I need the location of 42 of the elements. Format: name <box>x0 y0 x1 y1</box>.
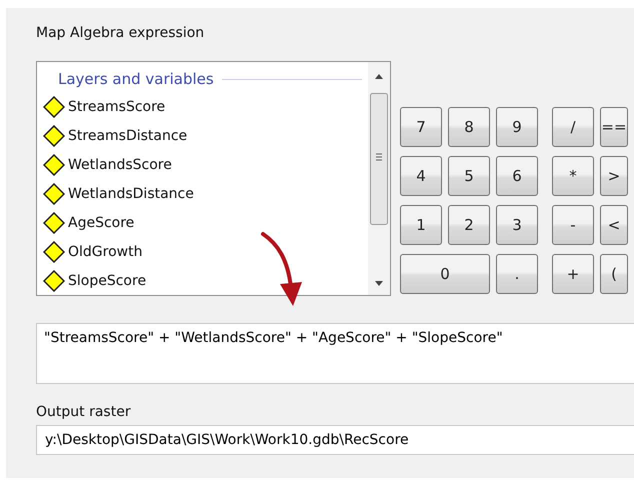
keypad-button[interactable]: 3 <box>496 205 538 245</box>
scroll-up-icon[interactable] <box>374 72 384 80</box>
layer-name[interactable]: OldGrowth <box>68 244 142 260</box>
keypad-button[interactable]: 1 <box>400 205 442 245</box>
keypad-button[interactable]: * <box>552 156 594 196</box>
scrollbar[interactable] <box>368 62 390 295</box>
output-path-field[interactable]: y:\Desktop\GISData\GIS\Work\Work10.gdb\RecScore <box>36 425 634 455</box>
layer-name[interactable]: AgeScore <box>68 214 134 230</box>
keypad-button[interactable]: ( <box>600 254 628 294</box>
field-label: Output raster <box>36 404 132 420</box>
layer-name[interactable]: StreamsScore <box>68 98 166 114</box>
keypad-button[interactable]: - <box>552 205 594 245</box>
keypad-button[interactable]: 9 <box>496 107 538 147</box>
keypad-button[interactable]: + <box>552 254 594 294</box>
layer-name[interactable]: WetlandsScore <box>68 156 172 172</box>
section-header: Layers and variables <box>58 70 214 88</box>
keypad-button[interactable]: < <box>600 205 628 245</box>
layer-name[interactable]: StreamsDistance <box>68 128 188 144</box>
keypad-button[interactable]: 8 <box>448 107 490 147</box>
keypad-button[interactable]: 7 <box>400 107 442 147</box>
keypad-button[interactable]: 5 <box>448 156 490 196</box>
keypad-button[interactable]: 2 <box>448 205 490 245</box>
raster-layer-icon <box>43 240 65 262</box>
raster-layer-icon <box>43 270 65 292</box>
keypad-button[interactable]: == <box>600 107 628 147</box>
raster-layer-icon <box>43 96 65 118</box>
layer-name[interactable]: SlopeScore <box>68 272 146 288</box>
raster-layer-icon <box>43 182 65 204</box>
keypad-button[interactable]: > <box>600 156 628 196</box>
keypad-button[interactable]: 6 <box>496 156 538 196</box>
scroll-thumb[interactable] <box>369 93 389 225</box>
expression-field[interactable]: "StreamsScore" + "WetlandsScore" + "AgeScore" + "SlopeScore" <box>36 323 634 384</box>
layer-name[interactable]: WetlandsDistance <box>68 186 194 202</box>
section-label: Map Algebra expression <box>36 25 206 41</box>
keypad-button[interactable]: / <box>552 107 594 147</box>
raster-layer-icon <box>43 124 65 146</box>
raster-layer-icon <box>43 212 65 234</box>
keypad-button[interactable]: 4 <box>400 156 442 196</box>
raster-layer-icon <box>43 154 65 176</box>
keypad-button[interactable]: 0 <box>400 254 490 294</box>
keypad-button[interactable]: . <box>496 254 538 294</box>
scroll-down-icon[interactable] <box>374 279 384 287</box>
